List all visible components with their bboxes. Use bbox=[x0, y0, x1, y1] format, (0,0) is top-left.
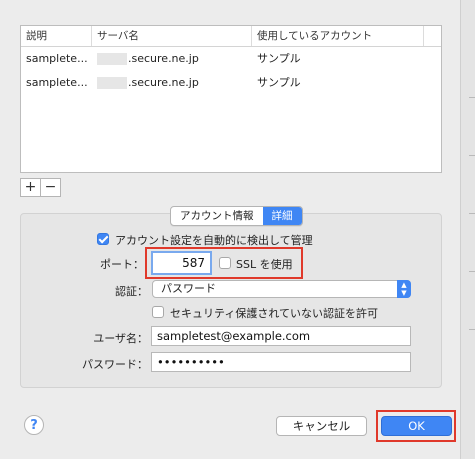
edge-divider bbox=[469, 155, 475, 156]
remove-server-button[interactable]: − bbox=[41, 178, 61, 197]
add-server-button[interactable]: + bbox=[20, 178, 41, 197]
help-button[interactable]: ? bbox=[24, 415, 44, 435]
auto-detect-label: アカウント設定を自動的に検出して管理 bbox=[115, 234, 313, 247]
username-label: ユーザ名： bbox=[93, 332, 148, 345]
table-row[interactable]: samplete... .secure.ne.jp サンプル bbox=[21, 71, 441, 95]
auto-detect-checkbox[interactable] bbox=[97, 233, 109, 245]
row-account: サンプル bbox=[257, 52, 301, 65]
row-server-text: .secure.ne.jp bbox=[128, 52, 199, 65]
tab-account-info[interactable]: アカウント情報 bbox=[171, 207, 263, 225]
background-window-edge bbox=[460, 0, 475, 459]
ssl-label: SSL を使用 bbox=[236, 258, 293, 271]
redacted-block bbox=[97, 77, 127, 89]
port-label: ポート： bbox=[100, 258, 144, 271]
column-header-server[interactable]: サーバ名 bbox=[92, 26, 252, 46]
edge-divider bbox=[469, 97, 475, 98]
auth-label: 認証： bbox=[115, 285, 148, 298]
row-account: サンプル bbox=[257, 76, 301, 89]
column-header-account[interactable]: 使用しているアカウント bbox=[252, 26, 424, 46]
ok-button[interactable]: OK bbox=[381, 416, 452, 436]
tab-control: アカウント情報 詳細 bbox=[170, 206, 303, 226]
redacted-block bbox=[97, 53, 127, 65]
edge-divider bbox=[469, 213, 475, 214]
row-server: .secure.ne.jp bbox=[92, 47, 252, 71]
table-header: 説明 サーバ名 使用しているアカウント bbox=[21, 26, 441, 47]
edge-divider bbox=[469, 271, 475, 272]
row-description: samplete... bbox=[26, 52, 88, 65]
ssl-checkbox[interactable] bbox=[219, 257, 231, 269]
table-row[interactable]: samplete... .secure.ne.jp サンプル bbox=[21, 47, 441, 71]
allow-insecure-auth-label: セキュリティ保護されていない認証を許可 bbox=[170, 307, 379, 320]
auth-value: パスワード bbox=[161, 282, 216, 295]
username-field[interactable]: sampletest@example.com bbox=[151, 326, 411, 346]
port-field[interactable]: 587 bbox=[151, 251, 212, 275]
row-server: .secure.ne.jp bbox=[92, 71, 252, 95]
row-server-text: .secure.ne.jp bbox=[128, 76, 199, 89]
smtp-server-sheet: 説明 サーバ名 使用しているアカウント samplete... .secure.… bbox=[0, 0, 460, 459]
edge-divider bbox=[469, 329, 475, 330]
smtp-server-table[interactable]: 説明 サーバ名 使用しているアカウント samplete... .secure.… bbox=[20, 25, 442, 173]
password-field[interactable]: •••••••••• bbox=[151, 352, 411, 372]
popup-arrows-icon: ▲ ▼ bbox=[397, 280, 411, 298]
list-controls: + − bbox=[20, 178, 61, 197]
cancel-button[interactable]: キャンセル bbox=[276, 416, 367, 436]
tab-advanced[interactable]: 詳細 bbox=[262, 207, 302, 225]
allow-insecure-auth-checkbox[interactable] bbox=[152, 306, 164, 318]
password-label: パスワード： bbox=[82, 358, 148, 371]
auth-popup[interactable]: パスワード ▲ ▼ bbox=[152, 280, 411, 298]
column-header-description[interactable]: 説明 bbox=[21, 26, 92, 46]
row-description: samplete... bbox=[26, 76, 88, 89]
